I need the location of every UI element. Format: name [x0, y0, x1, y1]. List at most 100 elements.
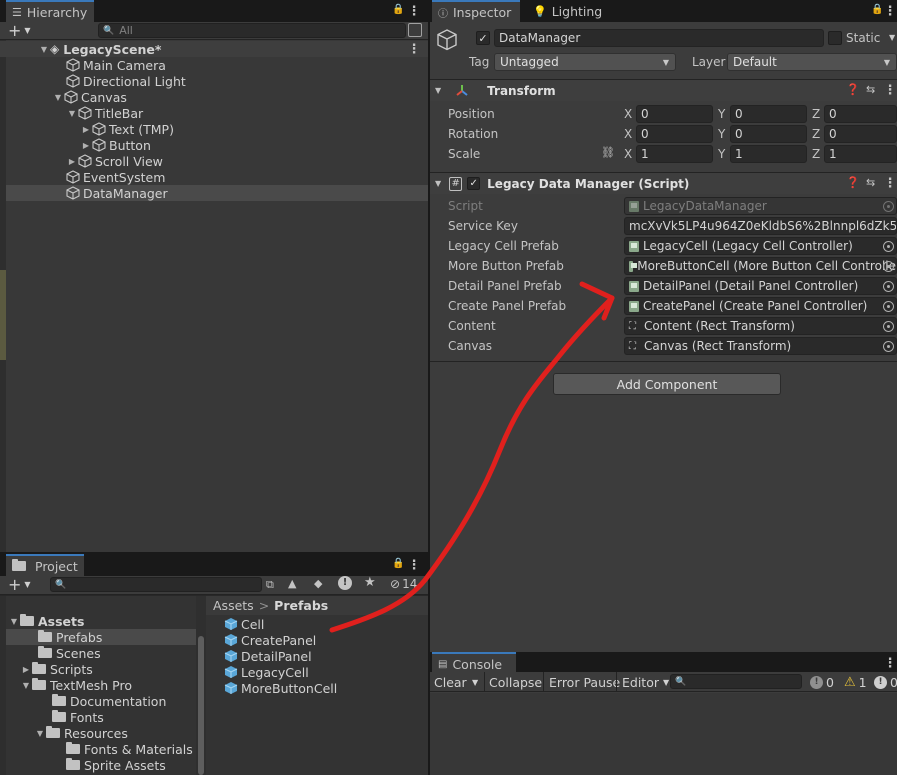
folder-scenes[interactable]: Scenes: [6, 645, 101, 661]
clear-options-dropdown[interactable]: ▼: [468, 672, 482, 692]
lock-icon[interactable]: 🔒: [392, 4, 404, 15]
filter-type-icon[interactable]: ▲: [288, 577, 296, 590]
canvas-field[interactable]: ⛶ Canvas (Rect Transform): [624, 337, 897, 355]
chevron-right-icon[interactable]: ▶: [66, 157, 78, 166]
object-picker-icon[interactable]: [883, 240, 894, 252]
project-search-input[interactable]: 🔍: [50, 577, 262, 592]
tab-project[interactable]: Project: [6, 554, 84, 576]
tree-item-main-camera[interactable]: Main Camera: [0, 57, 166, 73]
tab-hierarchy[interactable]: ☰ Hierarchy: [6, 0, 94, 22]
more-options-icon[interactable]: ⋮: [884, 4, 897, 19]
error-toggle[interactable]: ! 0: [870, 672, 897, 692]
chevron-right-icon[interactable]: ▶: [80, 125, 92, 134]
file-item-createpanel[interactable]: CreatePanel: [224, 632, 316, 648]
component-menu-icon[interactable]: ⋮: [884, 176, 897, 191]
axis-y-label[interactable]: Y: [718, 107, 725, 121]
position-y-input[interactable]: 0: [730, 105, 807, 123]
help-icon[interactable]: ❓: [846, 83, 860, 96]
file-item-cell[interactable]: Cell: [224, 616, 264, 632]
tree-item-datamanager[interactable]: DataManager: [6, 185, 428, 201]
error-pause-button[interactable]: Error Pause: [545, 672, 624, 692]
more-options-icon[interactable]: ⋮: [408, 4, 421, 19]
object-picker-icon[interactable]: [883, 280, 894, 292]
scale-y-input[interactable]: 1: [730, 145, 807, 163]
static-checkbox[interactable]: [828, 31, 842, 45]
hierarchy-search-input[interactable]: 🔍 All: [98, 23, 406, 38]
script-component-header[interactable]: ▼ # ✓ Legacy Data Manager (Script): [430, 172, 897, 194]
create-panel-prefab-field[interactable]: CreatePanel (Create Panel Controller): [624, 297, 897, 315]
component-enabled-checkbox[interactable]: ✓: [467, 177, 481, 190]
console-search-input[interactable]: 🔍: [670, 674, 802, 689]
link-scale-icon[interactable]: ⛓: [601, 146, 615, 159]
detail-panel-prefab-field[interactable]: DetailPanel (Detail Panel Controller): [624, 277, 897, 295]
tree-item-button[interactable]: ▶ Button: [0, 137, 151, 153]
static-dropdown-arrow[interactable]: ▼: [889, 33, 895, 42]
scene-visibility-icon[interactable]: [408, 23, 422, 37]
preset-icon[interactable]: ⇆: [866, 176, 875, 189]
axis-y-label[interactable]: Y: [718, 147, 725, 161]
folder-resources[interactable]: ▼ Resources: [34, 725, 128, 741]
warning-toggle[interactable]: ⚠ 1: [840, 672, 871, 692]
tab-console[interactable]: ▤ Console: [432, 652, 516, 674]
content-field[interactable]: ⛶ Content (Rect Transform): [624, 317, 897, 335]
chevron-down-icon[interactable]: ▼: [435, 179, 441, 188]
chevron-down-icon[interactable]: ▼: [66, 109, 78, 118]
object-picker-icon[interactable]: [883, 300, 894, 312]
file-item-morebuttoncell[interactable]: MoreButtonCell: [224, 680, 337, 696]
folder-sprite-assets[interactable]: Sprite Assets: [66, 757, 166, 773]
tree-item-canvas[interactable]: ▼ Canvas: [0, 89, 127, 105]
chevron-down-icon[interactable]: ▼: [435, 86, 441, 95]
rotation-y-input[interactable]: 0: [730, 125, 807, 143]
chevron-down-icon[interactable]: ▼: [34, 729, 46, 738]
chevron-down-icon[interactable]: ▼: [20, 681, 32, 690]
tag-dropdown[interactable]: Untagged ▼: [494, 53, 676, 71]
editor-dropdown[interactable]: Editor ▼: [618, 672, 673, 692]
folder-fonts[interactable]: Fonts: [52, 709, 104, 725]
axis-z-label[interactable]: Z: [812, 147, 820, 161]
log-toggle[interactable]: ! 0: [806, 672, 838, 692]
axis-y-label[interactable]: Y: [718, 127, 725, 141]
help-icon[interactable]: ❓: [846, 176, 860, 189]
component-menu-icon[interactable]: ⋮: [884, 83, 897, 98]
axis-z-label[interactable]: Z: [812, 107, 820, 121]
create-dropdown[interactable]: + ▼: [8, 575, 38, 594]
file-item-detailpanel[interactable]: DetailPanel: [224, 648, 312, 664]
transform-header[interactable]: ▼ Transform: [430, 79, 897, 101]
object-picker-icon[interactable]: [883, 260, 894, 272]
folder-textmesh-pro[interactable]: ▼ TextMesh Pro: [20, 677, 132, 693]
tree-scrollbar[interactable]: [196, 596, 206, 775]
chevron-down-icon[interactable]: ▼: [52, 93, 64, 102]
folder-documentation[interactable]: Documentation: [52, 693, 166, 709]
folder-assets[interactable]: ▼ Assets: [8, 613, 85, 629]
position-x-input[interactable]: 0: [636, 105, 713, 123]
tab-lighting[interactable]: 💡 Lighting: [527, 0, 617, 22]
collapse-button[interactable]: Collapse: [485, 672, 546, 692]
star-icon[interactable]: ★: [364, 575, 376, 590]
service-key-input[interactable]: mcXvVk5LP4u964Z0eKldbS6%2Blnnpl6dZk520: [624, 217, 897, 235]
chevron-right-icon[interactable]: ▶: [20, 665, 32, 674]
more-options-icon[interactable]: ⋮: [408, 558, 421, 573]
folder-scripts[interactable]: ▶ Scripts: [20, 661, 93, 677]
axis-x-label[interactable]: X: [624, 107, 632, 121]
search-scope-icon[interactable]: ⧉: [266, 578, 274, 592]
rotation-x-input[interactable]: 0: [636, 125, 713, 143]
breadcrumb-assets[interactable]: Assets: [213, 598, 254, 613]
tree-item-scroll-view[interactable]: ▶ Scroll View: [0, 153, 163, 169]
tree-item-scene[interactable]: ▼ ◈ LegacyScene*: [0, 41, 428, 57]
add-component-button[interactable]: Add Component: [553, 373, 781, 395]
more-button-prefab-field[interactable]: MoreButtonCell (More Button Cell Control…: [624, 257, 897, 275]
scene-options-icon[interactable]: ⋮: [408, 42, 421, 57]
axis-z-label[interactable]: Z: [812, 127, 820, 141]
active-checkbox[interactable]: ✓: [476, 31, 490, 45]
add-dropdown[interactable]: + ▼: [8, 21, 38, 40]
scale-x-input[interactable]: 1: [636, 145, 713, 163]
tree-item-eventsystem[interactable]: EventSystem: [0, 169, 165, 185]
axis-x-label[interactable]: X: [624, 147, 632, 161]
file-item-legacycell[interactable]: LegacyCell: [224, 664, 309, 680]
position-z-input[interactable]: 0: [824, 105, 897, 123]
object-name-input[interactable]: DataManager: [494, 29, 824, 47]
axis-x-label[interactable]: X: [624, 127, 632, 141]
object-picker-icon[interactable]: [883, 320, 894, 332]
lock-icon[interactable]: 🔒: [871, 4, 883, 15]
legacy-cell-prefab-field[interactable]: LegacyCell (Legacy Cell Controller): [624, 237, 897, 255]
